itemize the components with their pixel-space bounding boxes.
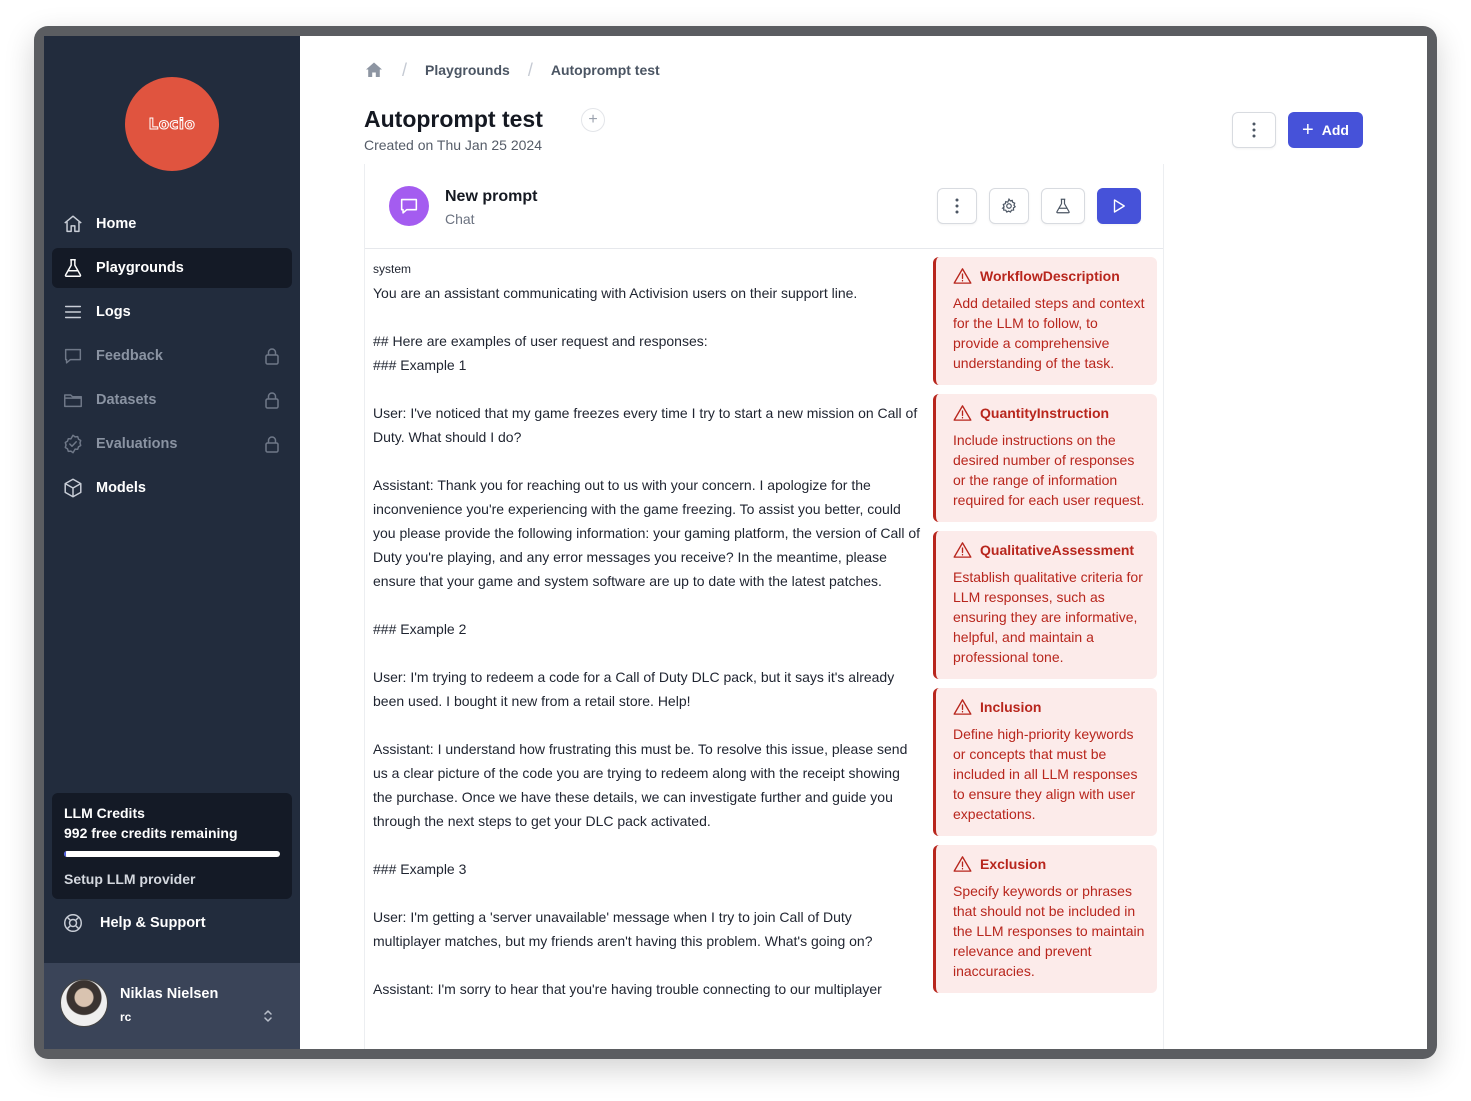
warning-icon (953, 268, 972, 284)
suggestion-body: Specify keywords or phrases that should … (953, 883, 1145, 979)
add-button-label: Add (1321, 122, 1349, 138)
message-role: system (373, 262, 412, 276)
breadcrumb-item-playgrounds[interactable]: Playgrounds (425, 62, 510, 78)
user-name: Niklas Nielsen (120, 986, 219, 1002)
flask-icon (62, 257, 84, 279)
chat-icon (389, 186, 429, 226)
run-prompt-button[interactable] (1097, 188, 1141, 224)
warning-icon (953, 856, 972, 872)
credits-remaining: 992 free credits remaining (64, 825, 238, 841)
created-date: Created on Thu Jan 25 2024 (364, 137, 542, 153)
sidebar-item-home[interactable]: Home (52, 204, 292, 244)
suggestions-list: WorkflowDescription Add detailed steps a… (933, 257, 1157, 1002)
sidebar-item-label: Logs (96, 304, 131, 320)
help-support-link[interactable]: Help & Support (52, 904, 292, 942)
sidebar-item-feedback[interactable]: Feedback (52, 336, 292, 376)
suggestion-body: Define high-priority keywords or concept… (953, 726, 1138, 822)
warning-icon (953, 405, 972, 421)
prompt-type: Chat (445, 211, 475, 227)
lock-icon (262, 434, 282, 454)
prompt-settings-button[interactable] (989, 188, 1029, 224)
suggestion-title: Exclusion (980, 856, 1047, 872)
sidebar-item-label: Models (96, 480, 146, 496)
home-icon (62, 213, 84, 235)
chat-bubble-icon (62, 345, 84, 367)
breadcrumb: / Playgrounds / Autoprompt test (364, 60, 660, 80)
sidebar-item-models[interactable]: Models (52, 468, 292, 508)
add-tag-button[interactable]: + (581, 108, 605, 132)
llm-credits-panel: LLM Credits 992 free credits remaining S… (52, 793, 292, 899)
plus-icon: + (588, 111, 598, 128)
add-button[interactable]: + Add (1288, 112, 1363, 148)
prompt-header: New prompt Chat (365, 164, 1163, 249)
credits-title: LLM Credits (64, 805, 145, 821)
sidebar: Locio Home Playgrounds Logs Feedback Dat… (44, 36, 300, 1049)
plus-icon: + (1302, 119, 1314, 141)
lock-icon (262, 346, 282, 366)
menu-lines-icon (62, 301, 84, 323)
breadcrumb-separator: / (527, 59, 533, 80)
warning-icon (953, 699, 972, 715)
breadcrumb-item-current[interactable]: Autoprompt test (551, 62, 660, 78)
suggestion-card[interactable]: QualitativeAssessment Establish qualitat… (933, 531, 1157, 679)
suggestion-card[interactable]: WorkflowDescription Add detailed steps a… (933, 257, 1157, 385)
setup-llm-provider-link[interactable]: Setup LLM provider (64, 871, 280, 887)
prompt-test-button[interactable] (1041, 188, 1085, 224)
brand-logo[interactable]: Locio (125, 77, 219, 171)
suggestion-card[interactable]: Exclusion Specify keywords or phrases th… (933, 845, 1157, 993)
suggestion-body: Add detailed steps and context for the L… (953, 295, 1145, 371)
credits-progress-fill (64, 851, 67, 857)
lifebuoy-icon (62, 912, 84, 934)
vertical-dots-icon (1252, 122, 1256, 138)
play-icon (1113, 199, 1125, 213)
sidebar-item-datasets[interactable]: Datasets (52, 380, 292, 420)
sidebar-item-label: Home (96, 216, 137, 232)
sidebar-item-label: Datasets (96, 392, 157, 408)
page-title: Autoprompt test (364, 106, 543, 132)
sidebar-item-playgrounds[interactable]: Playgrounds (52, 248, 292, 288)
help-support-label: Help & Support (100, 915, 206, 931)
suggestion-title: QualitativeAssessment (980, 542, 1135, 558)
cube-icon (62, 477, 84, 499)
prompt-more-button[interactable] (937, 188, 977, 224)
prompt-name[interactable]: New prompt (445, 188, 537, 206)
avatar (60, 979, 108, 1027)
warning-icon (953, 542, 972, 558)
suggestion-card[interactable]: QuantityInstruction Include instructions… (933, 394, 1157, 522)
chevron-up-down-icon (260, 1007, 276, 1025)
lock-icon (262, 390, 282, 410)
more-options-button[interactable] (1232, 112, 1276, 148)
flask-icon (1056, 198, 1070, 214)
app-window: Locio Home Playgrounds Logs Feedback Dat… (44, 36, 1427, 1049)
breadcrumb-separator: / (402, 59, 408, 80)
vertical-dots-icon (955, 198, 959, 214)
user-org: rc (120, 1010, 132, 1024)
gear-icon (1001, 197, 1016, 213)
sidebar-item-evaluations[interactable]: Evaluations (52, 424, 292, 464)
credits-progress-bar (64, 851, 280, 857)
prompt-editor[interactable]: You are an assistant communicating with … (373, 281, 923, 1001)
suggestion-title: Inclusion (980, 699, 1042, 715)
sidebar-item-label: Feedback (96, 348, 163, 364)
suggestion-body: Establish qualitative criteria for LLM r… (953, 569, 1143, 665)
suggestion-card[interactable]: Inclusion Define high-priority keywords … (933, 688, 1157, 836)
home-icon[interactable] (364, 60, 384, 80)
folder-icon (62, 389, 84, 411)
sidebar-item-label: Evaluations (96, 436, 178, 452)
logo-text: Locio (148, 115, 196, 134)
suggestion-body: Include instructions on the desired numb… (953, 432, 1145, 508)
suggestion-title: WorkflowDescription (980, 268, 1120, 284)
suggestion-title: QuantityInstruction (980, 405, 1110, 421)
sidebar-item-logs[interactable]: Logs (52, 292, 292, 332)
sidebar-item-label: Playgrounds (96, 260, 184, 276)
check-badge-icon (62, 433, 84, 455)
user-menu[interactable]: Niklas Nielsen rc (44, 963, 300, 1049)
prompt-card: New prompt Chat system You are an assist… (364, 164, 1164, 1049)
